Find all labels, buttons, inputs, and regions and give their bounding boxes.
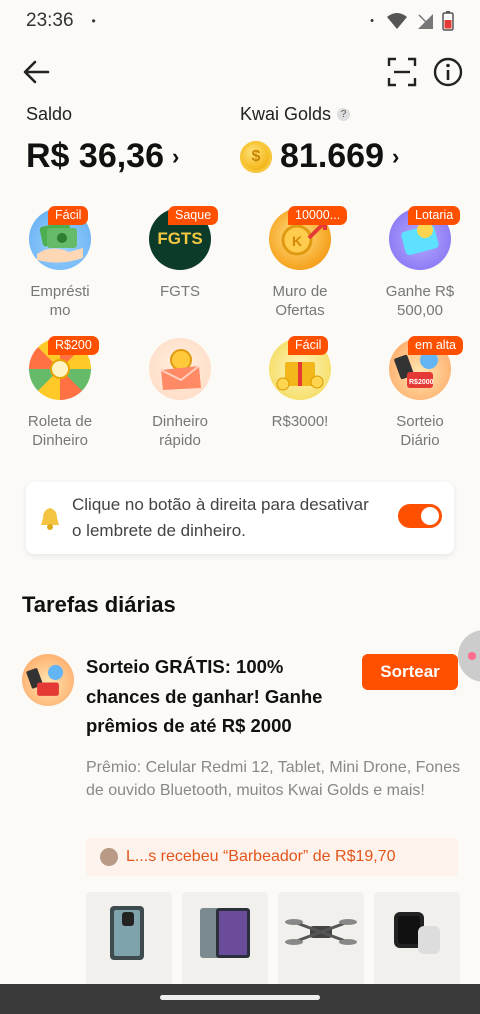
floating-tab[interactable] <box>458 630 480 682</box>
service-label: FGTS <box>160 283 200 300</box>
tablet-icon <box>200 908 250 958</box>
winner-ticker: L...s recebeu “Barbeador” de R$19,70 <box>86 838 458 876</box>
service-label: Roleta de Dinheiro <box>27 413 93 449</box>
avatar <box>100 848 118 866</box>
chevron-right-icon: › <box>172 143 180 169</box>
reminder-text: Clique no botão à direita para desativar… <box>72 495 369 540</box>
system-nav-bar <box>0 984 480 1014</box>
task-description: Prêmio: Celular Redmi 12, Tablet, Mini D… <box>86 759 461 799</box>
status-dot: • <box>370 15 374 27</box>
service-muro-de-ofertas[interactable]: K 10000... Muro de Ofertas <box>240 206 360 320</box>
service-label: Dinheiro rápido <box>152 413 208 449</box>
service-dinheiro-rapido[interactable]: Dinheiro rápido <box>120 338 240 450</box>
status-time: 23:36 <box>26 10 74 31</box>
service-label: Ganhe R$ 500,00 <box>385 283 455 319</box>
product-phone[interactable] <box>86 892 172 986</box>
svg-text:R$2000: R$2000 <box>409 379 434 386</box>
prize-products <box>86 892 480 986</box>
service-sorteio-diario[interactable]: R$2000 em alta Sorteio Diário <box>360 336 480 450</box>
toggle-knob <box>421 507 439 525</box>
badge: Fácil <box>288 336 329 355</box>
saldo-value: R$ 36,36 <box>26 137 164 175</box>
bell-icon <box>41 508 59 530</box>
badge: Lotaria <box>408 206 461 225</box>
ticker-text: L...s recebeu “Barbeador” de R$19,70 <box>126 848 396 865</box>
badge: em alta <box>408 336 463 355</box>
smartwatch-icon <box>394 912 440 954</box>
badge: R$200 <box>48 336 99 355</box>
saldo-block[interactable]: Saldo R$ 36,36 › <box>26 104 179 176</box>
badge: Saque <box>168 206 219 225</box>
service-roleta[interactable]: R$200 Roleta de Dinheiro <box>0 336 120 450</box>
product-tablet[interactable] <box>182 892 268 986</box>
top-bar <box>0 50 480 92</box>
service-label: R$3000! <box>271 413 329 430</box>
service-emprestimo[interactable]: Fácil Empréstimo <box>0 206 120 320</box>
float-dot <box>468 652 476 660</box>
service-label: Muro de Ofertas <box>272 283 328 319</box>
service-label: Sorteio Diário <box>396 413 444 449</box>
service-r3000[interactable]: Fácil R$3000! <box>240 336 360 431</box>
prize-icon <box>22 654 74 706</box>
envelope-coin-icon <box>149 338 211 400</box>
task-title: Sorteio GRÁTIS: 100% chances de ganhar! … <box>86 656 323 736</box>
golds-block[interactable]: Kwai Golds ? $ 81.669 › <box>240 104 399 176</box>
drone-icon <box>285 919 357 945</box>
golds-value: 81.669 <box>280 137 384 175</box>
product-drone[interactable] <box>278 892 364 986</box>
service-label: Empréstimo <box>30 283 90 319</box>
saldo-label: Saldo <box>26 104 73 124</box>
section-title: Tarefas diárias <box>22 592 176 617</box>
badge: 10000... <box>288 206 348 225</box>
battery-icon <box>442 11 454 31</box>
service-ganhe[interactable]: Lotaria Ganhe R$ 500,00 <box>360 206 480 320</box>
back-arrow-icon[interactable] <box>18 54 54 90</box>
status-bar: 23:36 • • <box>0 0 480 42</box>
coin-icon: $ <box>240 140 272 173</box>
sortear-button[interactable]: Sortear <box>362 654 458 690</box>
golds-label: Kwai Golds <box>240 104 332 124</box>
info-icon[interactable] <box>430 54 466 90</box>
reminder-toggle[interactable] <box>398 504 442 528</box>
golds-value-row[interactable]: $ 81.669 › <box>240 137 399 176</box>
badge: Fácil <box>48 206 89 225</box>
notification-dot: • <box>91 14 96 28</box>
chevron-right-icon: › <box>392 143 400 169</box>
saldo-value-row[interactable]: R$ 36,36 › <box>26 137 179 176</box>
status-icons: • <box>370 11 454 31</box>
signal-icon <box>418 14 433 29</box>
reminder-card: Clique no botão à direita para desativar… <box>26 482 454 554</box>
svg-text:K: K <box>292 233 302 249</box>
home-indicator[interactable] <box>160 995 320 1000</box>
product-watch[interactable] <box>374 892 460 986</box>
golds-label-row: Kwai Golds ? <box>240 104 399 125</box>
wifi-icon <box>387 13 407 29</box>
help-icon[interactable]: ? <box>337 108 351 121</box>
phone-icon <box>110 906 144 960</box>
service-fgts[interactable]: FGTS Saque FGTS <box>120 206 240 301</box>
scan-icon[interactable] <box>384 54 420 90</box>
